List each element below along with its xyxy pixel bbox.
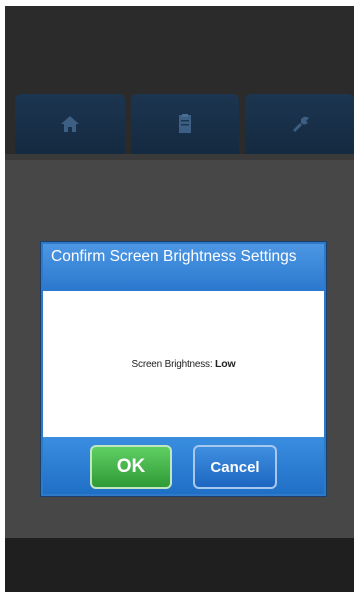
tab-home[interactable] <box>15 94 125 154</box>
message-label: Screen Brightness: <box>131 359 213 370</box>
dialog-body: Screen Brightness: Low <box>43 291 324 437</box>
tab-document[interactable] <box>131 94 239 154</box>
device-screen: Confirm Screen Brightness Settings Scree… <box>5 6 354 592</box>
dialog-title: Confirm Screen Brightness Settings <box>43 244 324 291</box>
message-value: Low <box>215 358 236 370</box>
settings-tools-icon <box>292 116 309 132</box>
status-area <box>5 6 354 94</box>
ok-button[interactable]: OK <box>90 445 172 489</box>
cancel-button[interactable]: Cancel <box>193 445 277 489</box>
confirm-dialog: Confirm Screen Brightness Settings Scree… <box>41 242 326 496</box>
bottom-bar <box>5 538 354 592</box>
dialog-message: Screen Brightness: Low <box>132 358 236 370</box>
home-icon <box>61 116 79 132</box>
tab-bar <box>5 94 354 156</box>
document-icon <box>179 114 191 133</box>
dialog-footer: OK Cancel <box>43 437 324 494</box>
tab-settings[interactable] <box>245 94 354 154</box>
